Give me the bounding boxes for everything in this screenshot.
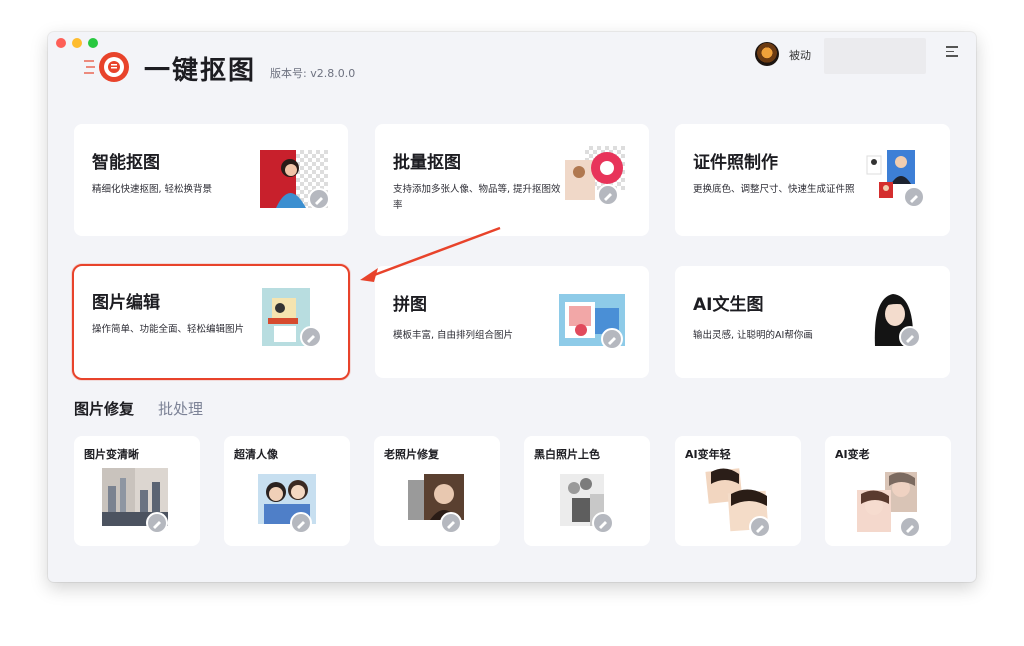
- feature-card-batch-cutout[interactable]: 批量抠图 支持添加多张人像、物品等, 提升抠图效率: [375, 124, 649, 236]
- feature-title: 拼图: [393, 295, 427, 315]
- brush-icon: [749, 516, 771, 538]
- feature-desc: 输出灵感, 让聪明的AI帮你画: [693, 330, 813, 341]
- feature-desc: 操作简单、功能全面、轻松编辑图片: [92, 324, 245, 335]
- feature-title: 图片编辑: [92, 293, 160, 313]
- brush-icon: [899, 326, 921, 348]
- brush-icon: [290, 512, 312, 534]
- user-info-redacted: [824, 38, 926, 74]
- brush-icon: [440, 512, 462, 534]
- brush-icon: [601, 328, 623, 350]
- version-label: 版本号: v2.8.0.0: [270, 67, 356, 80]
- feature-title: 批量抠图: [393, 153, 461, 173]
- brush-icon: [308, 188, 330, 210]
- feature-card-smart-cutout[interactable]: 智能抠图 精细化快速抠图, 轻松换背景: [74, 124, 348, 236]
- tool-title: AI变年轻: [685, 448, 731, 461]
- tool-title: 老照片修复: [384, 448, 439, 461]
- maximize-window-button[interactable]: [88, 38, 98, 48]
- tab-bar: 图片修复 批处理: [74, 398, 203, 419]
- app-window: 一键抠图 版本号: v2.8.0.0 被动 智能抠图 精细化快速抠图, 轻松换背…: [48, 32, 976, 582]
- tool-card-ai-younger[interactable]: AI变年轻: [675, 436, 801, 546]
- brush-icon: [592, 512, 614, 534]
- tool-title: 图片变清晰: [84, 448, 139, 461]
- feature-desc: 更换底色、调整尺寸、快速生成证件照: [693, 184, 855, 195]
- feature-title: 智能抠图: [92, 153, 160, 173]
- feature-card-id-photo[interactable]: 证件照制作 更换底色、调整尺寸、快速生成证件照: [675, 124, 950, 236]
- feature-card-collage[interactable]: 拼图 模板丰富, 自由排列组合图片: [375, 266, 649, 378]
- tool-card-ai-older[interactable]: AI变老: [825, 436, 951, 546]
- tool-title: 超清人像: [234, 448, 278, 461]
- tool-card-hd-portrait[interactable]: 超清人像: [224, 436, 350, 546]
- tool-card-colorize[interactable]: 黑白照片上色: [524, 436, 650, 546]
- app-title: 一键抠图: [144, 56, 257, 86]
- minimize-window-button[interactable]: [72, 38, 82, 48]
- feature-desc: 支持添加多张人像、物品等, 提升抠图效率: [393, 184, 561, 211]
- feature-card-ai-text-to-image[interactable]: AI文生图 输出灵感, 让聪明的AI帮你画: [675, 266, 950, 378]
- tool-title: AI变老: [835, 448, 870, 461]
- brush-icon: [597, 184, 619, 206]
- feature-desc: 模板丰富, 自由排列组合图片: [393, 330, 514, 341]
- brush-icon: [903, 186, 925, 208]
- brush-icon: [899, 516, 921, 538]
- menu-icon[interactable]: [946, 46, 958, 58]
- tool-title: 黑白照片上色: [534, 448, 600, 461]
- tab-image-repair[interactable]: 图片修复: [74, 398, 134, 419]
- close-window-button[interactable]: [56, 38, 66, 48]
- brush-icon: [300, 326, 322, 348]
- feature-title: AI文生图: [693, 295, 764, 315]
- username[interactable]: 被动: [789, 47, 811, 63]
- feature-desc: 精细化快速抠图, 轻松换背景: [92, 184, 213, 195]
- feature-title: 证件照制作: [693, 153, 778, 173]
- user-avatar[interactable]: [755, 42, 779, 66]
- feature-card-image-edit[interactable]: 图片编辑 操作简单、功能全面、轻松编辑图片: [72, 264, 350, 380]
- tool-card-sharpen[interactable]: 图片变清晰: [74, 436, 200, 546]
- brush-icon: [146, 512, 168, 534]
- tab-batch-process[interactable]: 批处理: [158, 398, 203, 419]
- window-controls: [56, 38, 98, 48]
- app-logo-icon: [84, 52, 129, 82]
- tool-card-old-photo-repair[interactable]: 老照片修复: [374, 436, 500, 546]
